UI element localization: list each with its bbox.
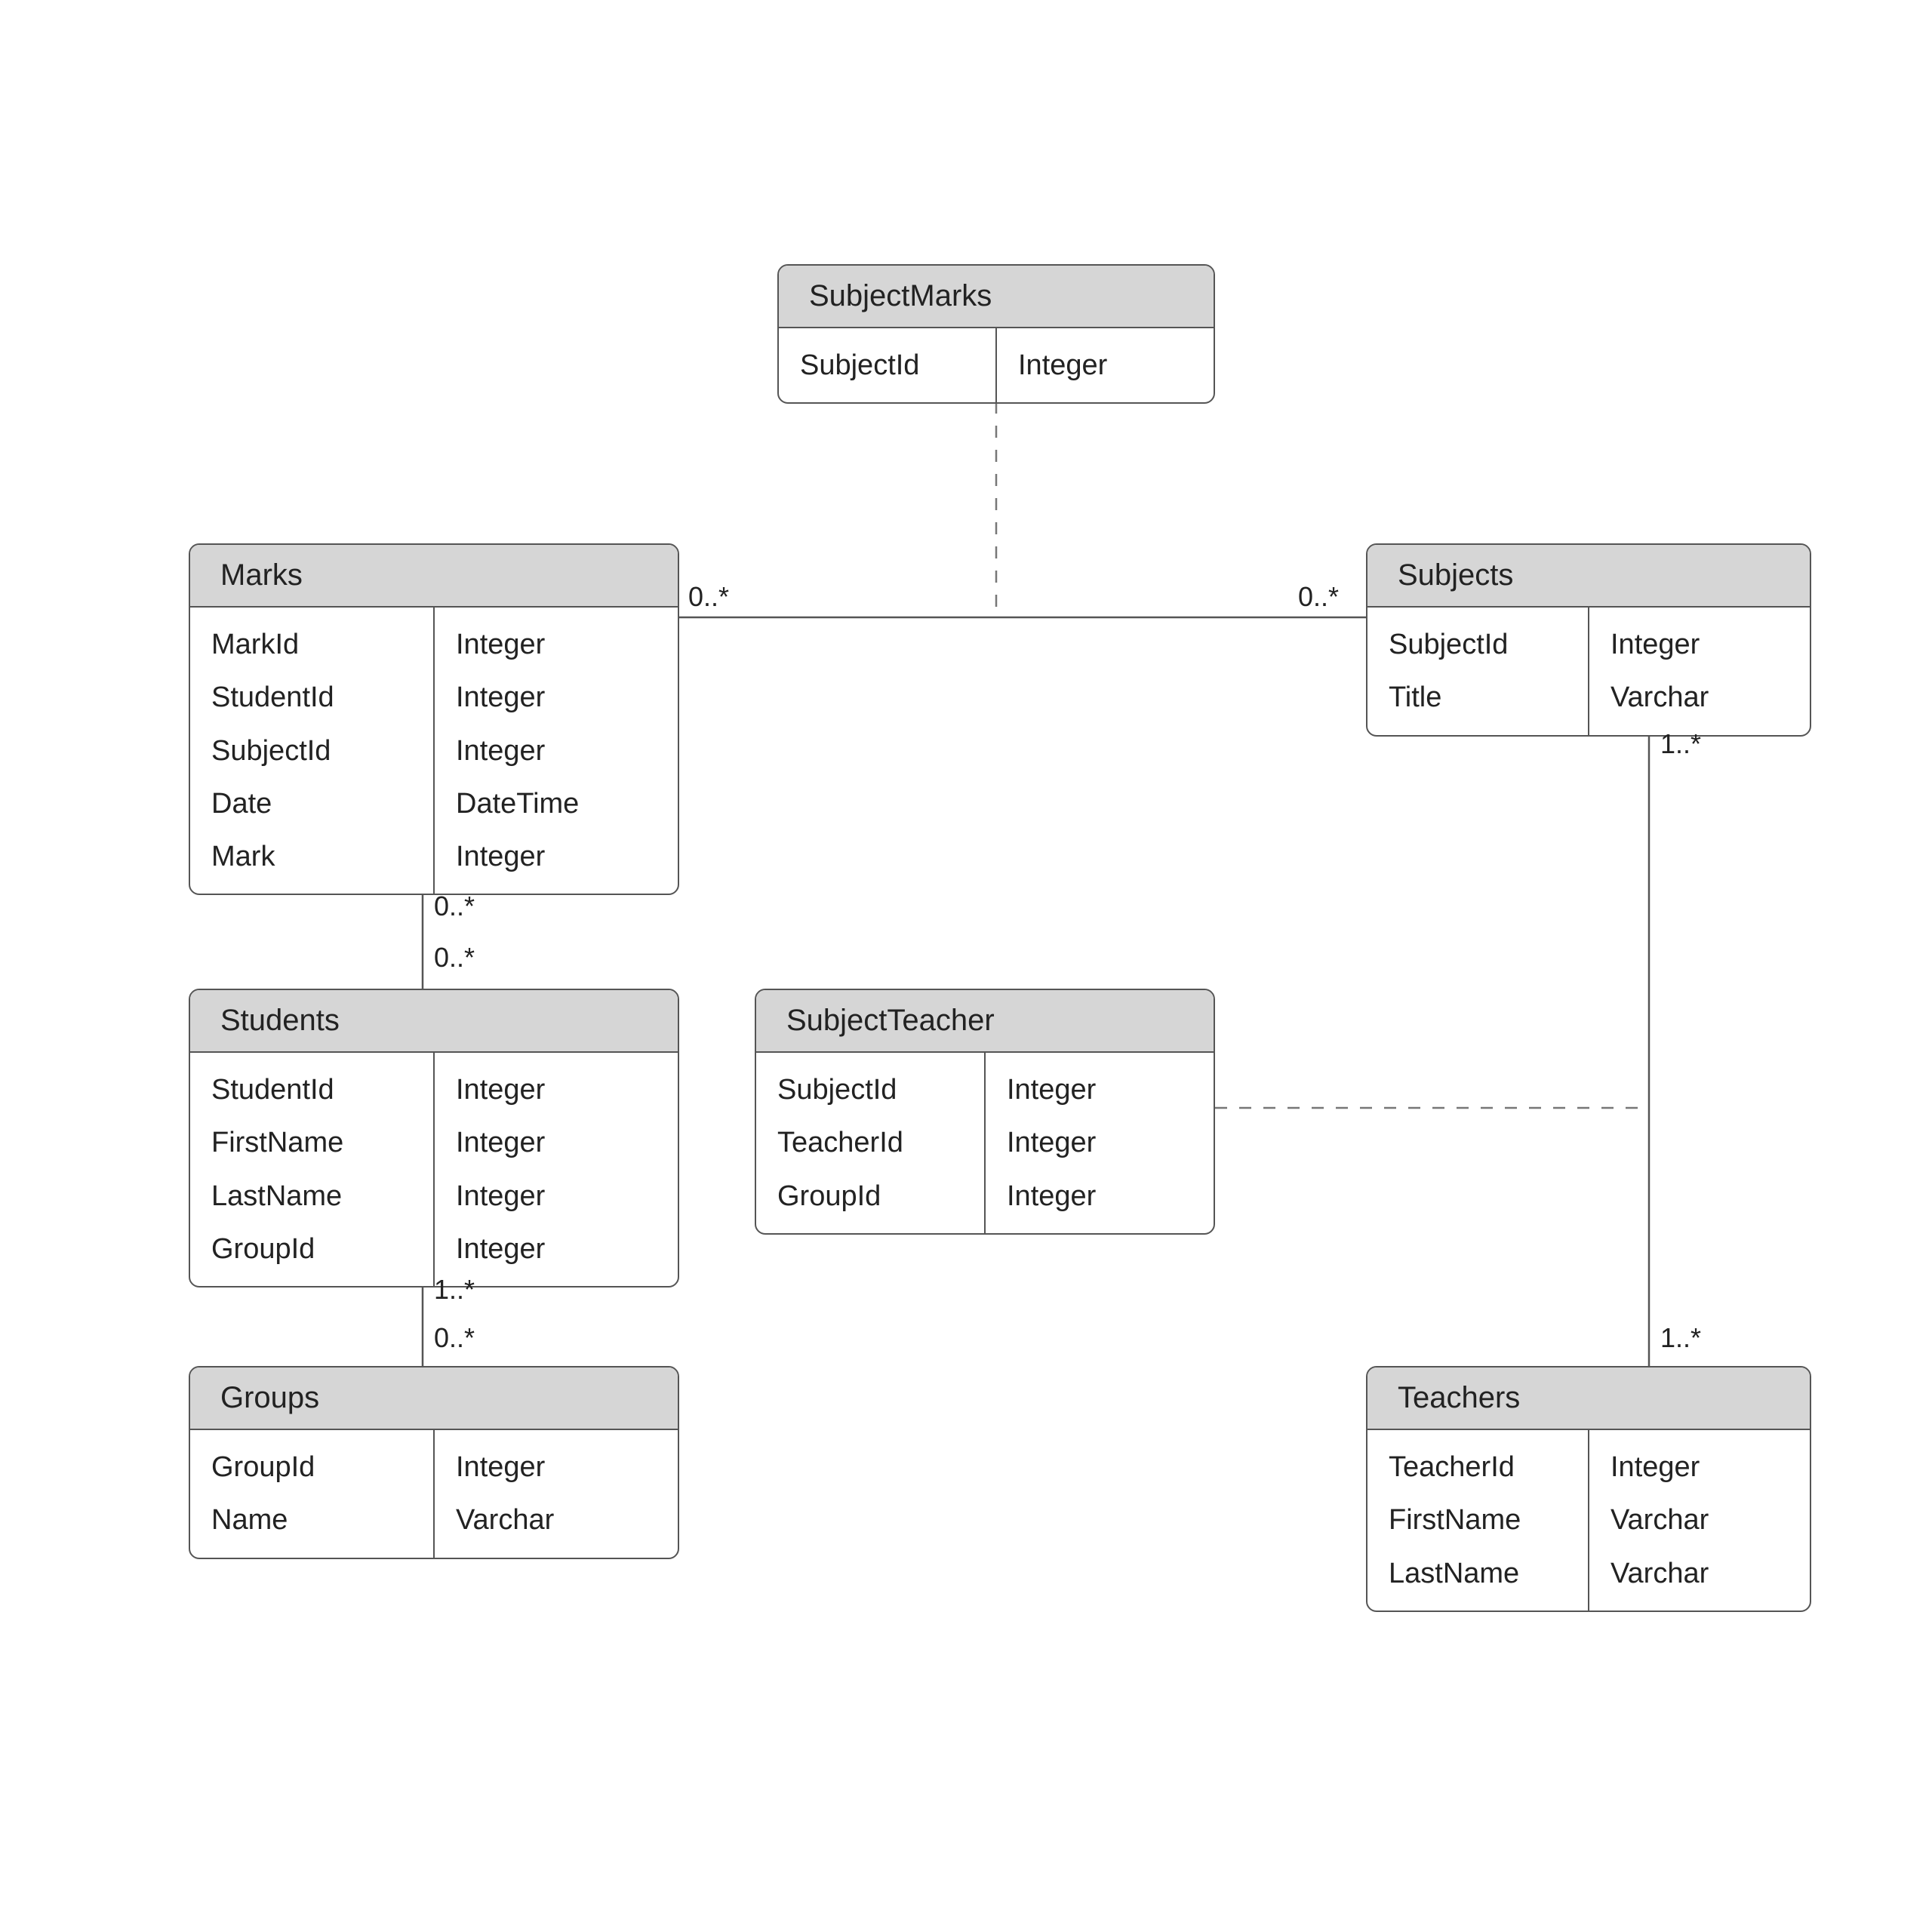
entity-title: Subjects bbox=[1367, 545, 1810, 608]
field-name: LastName bbox=[1389, 1547, 1570, 1600]
field-name: Mark bbox=[211, 830, 415, 883]
field-name: Name bbox=[211, 1494, 415, 1546]
fields-names: StudentId FirstName LastName GroupId bbox=[190, 1053, 435, 1286]
field-name: FirstName bbox=[1389, 1494, 1570, 1546]
field-type: Integer bbox=[1007, 1063, 1195, 1116]
multiplicity-label: 0..* bbox=[688, 581, 729, 613]
field-name: Title bbox=[1389, 671, 1570, 724]
entity-title: SubjectMarks bbox=[779, 266, 1214, 328]
fields-names: MarkId StudentId SubjectId Date Mark bbox=[190, 608, 435, 894]
fields-names: SubjectId Title bbox=[1367, 608, 1589, 735]
fields-types: Integer Varchar bbox=[435, 1430, 678, 1558]
fields-types: Integer Integer Integer bbox=[986, 1053, 1214, 1233]
field-type: Integer bbox=[1018, 339, 1195, 392]
field-type: Varchar bbox=[1611, 1547, 1792, 1600]
multiplicity-label: 0..* bbox=[1298, 581, 1339, 613]
field-type: Integer bbox=[456, 724, 660, 777]
er-diagram-canvas: SubjectMarks SubjectId Integer Marks Mar… bbox=[0, 0, 1932, 1932]
field-type: Integer bbox=[1007, 1170, 1195, 1223]
entity-title: Teachers bbox=[1367, 1367, 1810, 1430]
field-type: Integer bbox=[1007, 1116, 1195, 1169]
field-type: Integer bbox=[456, 618, 660, 671]
entity-students: Students StudentId FirstName LastName Gr… bbox=[189, 989, 679, 1287]
field-name: GroupId bbox=[211, 1223, 415, 1275]
entity-subjectteacher: SubjectTeacher SubjectId TeacherId Group… bbox=[755, 989, 1215, 1235]
field-name: TeacherId bbox=[1389, 1441, 1570, 1494]
field-type: Varchar bbox=[1611, 1494, 1792, 1546]
field-type: Integer bbox=[456, 830, 660, 883]
field-name: SubjectId bbox=[777, 1063, 966, 1116]
entity-marks: Marks MarkId StudentId SubjectId Date Ma… bbox=[189, 543, 679, 895]
field-type: Integer bbox=[456, 671, 660, 724]
field-name: GroupId bbox=[777, 1170, 966, 1223]
entity-teachers: Teachers TeacherId FirstName LastName In… bbox=[1366, 1366, 1811, 1612]
fields-names: SubjectId bbox=[779, 328, 997, 402]
field-name: SubjectId bbox=[800, 339, 977, 392]
fields-names: SubjectId TeacherId GroupId bbox=[756, 1053, 986, 1233]
field-type: Integer bbox=[1611, 1441, 1792, 1494]
entity-subjectmarks: SubjectMarks SubjectId Integer bbox=[777, 264, 1215, 404]
field-name: SubjectId bbox=[1389, 618, 1570, 671]
field-name: StudentId bbox=[211, 671, 415, 724]
field-type: DateTime bbox=[456, 777, 660, 830]
fields-names: GroupId Name bbox=[190, 1430, 435, 1558]
multiplicity-label: 1..* bbox=[1660, 1322, 1701, 1354]
entity-title: Groups bbox=[190, 1367, 678, 1430]
fields-names: TeacherId FirstName LastName bbox=[1367, 1430, 1589, 1611]
entity-title: SubjectTeacher bbox=[756, 990, 1214, 1053]
fields-types: Integer Integer Integer Integer bbox=[435, 1053, 678, 1286]
entity-subjects: Subjects SubjectId Title Integer Varchar bbox=[1366, 543, 1811, 737]
fields-types: Integer bbox=[997, 328, 1214, 402]
field-type: Integer bbox=[456, 1170, 660, 1223]
field-type: Integer bbox=[456, 1116, 660, 1169]
field-type: Varchar bbox=[1611, 671, 1792, 724]
multiplicity-label: 0..* bbox=[434, 942, 475, 974]
field-type: Integer bbox=[1611, 618, 1792, 671]
field-type: Integer bbox=[456, 1441, 660, 1494]
field-name: SubjectId bbox=[211, 724, 415, 777]
fields-types: Integer Integer Integer DateTime Integer bbox=[435, 608, 678, 894]
multiplicity-label: 1..* bbox=[1660, 728, 1701, 760]
fields-types: Integer Varchar Varchar bbox=[1589, 1430, 1810, 1611]
field-name: TeacherId bbox=[777, 1116, 966, 1169]
field-name: GroupId bbox=[211, 1441, 415, 1494]
multiplicity-label: 0..* bbox=[434, 891, 475, 922]
field-name: FirstName bbox=[211, 1116, 415, 1169]
field-type: Integer bbox=[456, 1223, 660, 1275]
field-name: MarkId bbox=[211, 618, 415, 671]
entity-title: Marks bbox=[190, 545, 678, 608]
field-name: LastName bbox=[211, 1170, 415, 1223]
multiplicity-label: 0..* bbox=[434, 1322, 475, 1354]
fields-types: Integer Varchar bbox=[1589, 608, 1810, 735]
entity-title: Students bbox=[190, 990, 678, 1053]
entity-groups: Groups GroupId Name Integer Varchar bbox=[189, 1366, 679, 1559]
field-name: StudentId bbox=[211, 1063, 415, 1116]
field-type: Integer bbox=[456, 1063, 660, 1116]
multiplicity-label: 1..* bbox=[434, 1274, 475, 1306]
field-name: Date bbox=[211, 777, 415, 830]
field-type: Varchar bbox=[456, 1494, 660, 1546]
